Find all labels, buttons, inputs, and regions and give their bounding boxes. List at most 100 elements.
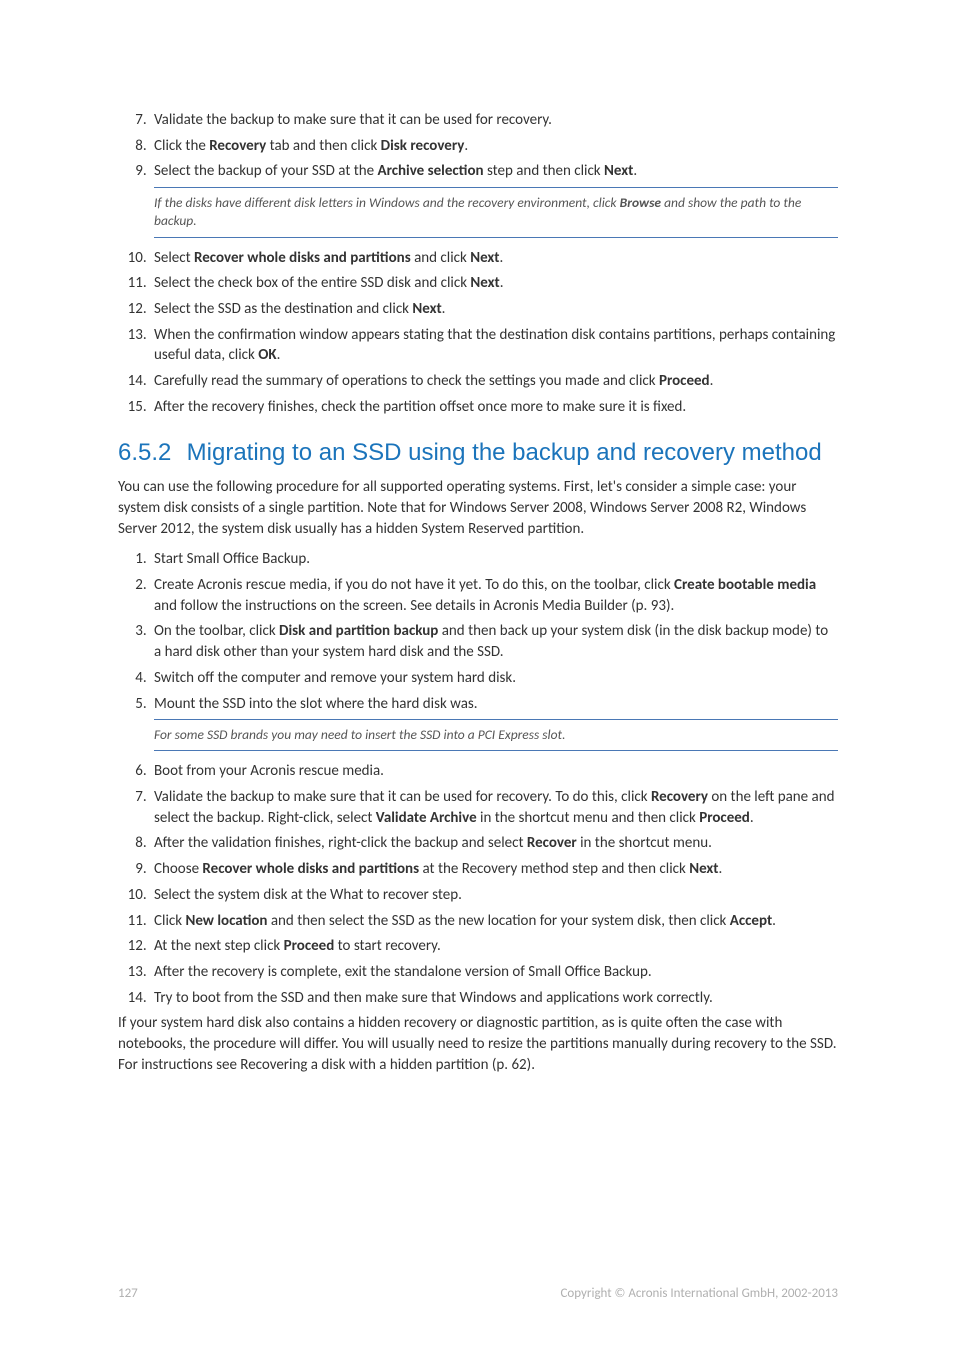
text: At the next step click: [154, 937, 284, 955]
text: Carefully read the summary of operations…: [154, 372, 659, 390]
section-heading: 6.5.2 Migrating to an SSD using the back…: [118, 439, 838, 467]
list-item: Choose Recover whole disks and partition…: [150, 859, 838, 880]
text: When the confirmation window appears sta…: [154, 326, 835, 365]
text: Click: [154, 912, 185, 930]
text: Boot from your Acronis rescue media.: [154, 762, 384, 780]
bold: Disk recovery: [381, 137, 465, 155]
bold: Archive selection: [378, 162, 484, 180]
list-item: Select the backup of your SSD at the Arc…: [150, 161, 838, 182]
list-item: Select the SSD as the destination and cl…: [150, 299, 838, 320]
bold: Create bootable media: [674, 576, 816, 594]
text: Select the system disk at the What to re…: [154, 886, 462, 904]
bold: Proceed: [659, 372, 710, 390]
text: Select the check box of the entire SSD d…: [154, 274, 470, 292]
list-item: After the recovery is complete, exit the…: [150, 962, 838, 983]
note-callout: If the disks have different disk letters…: [154, 187, 838, 237]
list-item: Click the Recovery tab and then click Di…: [150, 136, 838, 157]
heading-number: 6.5.2: [118, 439, 180, 467]
text: Select: [154, 249, 194, 267]
text: Choose: [154, 860, 202, 878]
ordered-list-steps-cont: Boot from your Acronis rescue media. Val…: [118, 761, 838, 1008]
bold: Next: [689, 860, 718, 878]
bold: Next: [412, 300, 441, 318]
text: After the recovery finishes, check the p…: [154, 398, 686, 416]
page-number: 127: [118, 1286, 138, 1301]
text: Validate the backup to make sure that it…: [154, 788, 651, 806]
text: in the shortcut menu.: [577, 834, 712, 852]
text: .: [464, 137, 468, 155]
bold: Accept: [730, 912, 772, 930]
list-item: Select Recover whole disks and partition…: [150, 248, 838, 269]
list-item: Boot from your Acronis rescue media.: [150, 761, 838, 782]
text: Create Acronis rescue media, if you do n…: [154, 576, 674, 594]
text: Mount the SSD into the slot where the ha…: [154, 695, 478, 713]
list-item: Create Acronis rescue media, if you do n…: [150, 575, 838, 616]
text: Select the backup of your SSD at the: [154, 162, 378, 180]
bold: Next: [604, 162, 633, 180]
text: step and then click: [484, 162, 604, 180]
bold: New location: [185, 912, 267, 930]
ordered-list-steps: Start Small Office Backup. Create Acroni…: [118, 549, 838, 714]
list-item: Select the system disk at the What to re…: [150, 885, 838, 906]
bold: Browse: [620, 194, 661, 211]
outro-paragraph: If your system hard disk also contains a…: [118, 1013, 838, 1075]
text: .: [710, 372, 714, 390]
text: .: [442, 300, 446, 318]
list-item: After the recovery finishes, check the p…: [150, 397, 838, 418]
text: After the validation finishes, right-cli…: [154, 834, 527, 852]
list-item: After the validation finishes, right-cli…: [150, 833, 838, 854]
text: in the shortcut menu and then click: [477, 809, 700, 827]
list-item: Select the check box of the entire SSD d…: [150, 273, 838, 294]
ordered-list-top-cont: Select Recover whole disks and partition…: [118, 248, 838, 418]
intro-paragraph: You can use the following procedure for …: [118, 477, 838, 539]
text: .: [750, 809, 754, 827]
text: Start Small Office Backup.: [154, 550, 310, 568]
text: to start recovery.: [334, 937, 440, 955]
bold: Recover whole disks and partitions: [202, 860, 419, 878]
bold: Recovery: [651, 788, 708, 806]
page-footer: 127 Copyright © Acronis International Gm…: [118, 1286, 838, 1301]
note-callout: For some SSD brands you may need to inse…: [154, 719, 838, 751]
list-item: Switch off the computer and remove your …: [150, 668, 838, 689]
list-item: Validate the backup to make sure that it…: [150, 110, 838, 131]
text: Validate the backup to make sure that it…: [154, 111, 552, 129]
bold: Recover whole disks and partitions: [194, 249, 411, 267]
bold: Next: [470, 274, 499, 292]
list-item: Start Small Office Backup.: [150, 549, 838, 570]
text: If the disks have different disk letters…: [154, 194, 620, 211]
text: at the Recovery method step and then cli…: [419, 860, 689, 878]
text: and follow the instructions on the scree…: [154, 597, 674, 615]
text: Try to boot from the SSD and then make s…: [154, 989, 713, 1007]
text: On the toolbar, click: [154, 622, 279, 640]
bold: Disk and partition backup: [279, 622, 438, 640]
list-item: Validate the backup to make sure that it…: [150, 787, 838, 828]
list-item: When the confirmation window appears sta…: [150, 325, 838, 366]
text: .: [277, 346, 281, 364]
text: .: [772, 912, 776, 930]
bold: Validate Archive: [376, 809, 477, 827]
list-item: On the toolbar, click Disk and partition…: [150, 621, 838, 662]
text: Select the SSD as the destination and cl…: [154, 300, 412, 318]
text: After the recovery is complete, exit the…: [154, 963, 652, 981]
text: For some SSD brands you may need to inse…: [154, 726, 565, 743]
text: .: [500, 249, 504, 267]
text: .: [633, 162, 637, 180]
list-item: Carefully read the summary of operations…: [150, 371, 838, 392]
list-item: Mount the SSD into the slot where the ha…: [150, 694, 838, 715]
bold: Proceed: [699, 809, 750, 827]
text: Switch off the computer and remove your …: [154, 669, 516, 687]
bold: Recovery: [209, 137, 266, 155]
heading-title: Migrating to an SSD using the backup and…: [187, 439, 822, 466]
text: tab and then click: [266, 137, 380, 155]
text: Click the: [154, 137, 209, 155]
ordered-list-top: Validate the backup to make sure that it…: [118, 110, 838, 182]
text: and click: [411, 249, 471, 267]
document-page: Validate the backup to make sure that it…: [0, 0, 954, 1349]
text: .: [500, 274, 504, 292]
list-item: Try to boot from the SSD and then make s…: [150, 988, 838, 1009]
copyright-text: Copyright © Acronis International GmbH, …: [560, 1286, 838, 1301]
bold: OK: [258, 346, 276, 364]
text: .: [719, 860, 723, 878]
list-item: Click New location and then select the S…: [150, 911, 838, 932]
text: and then select the SSD as the new locat…: [267, 912, 729, 930]
